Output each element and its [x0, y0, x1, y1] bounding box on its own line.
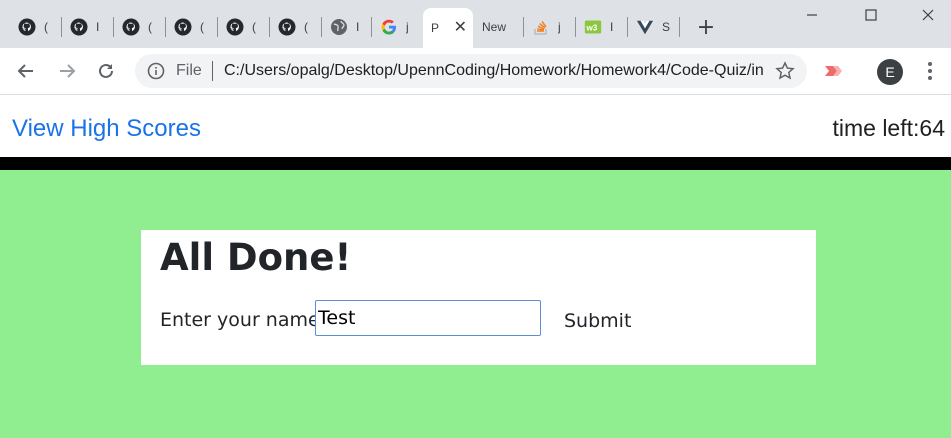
timer-value: 64 [919, 115, 945, 141]
tab-title: ( [44, 20, 48, 34]
arrow-left-icon [17, 64, 33, 78]
address-bar[interactable]: File C:/Users/opalg/Desktop/UpennCoding/… [135, 54, 807, 88]
browser-tab[interactable]: ( [114, 10, 166, 44]
github-icon [122, 18, 140, 36]
reload-icon [99, 63, 113, 78]
tab-title: ( [252, 20, 256, 34]
vue-icon [636, 18, 654, 36]
back-button[interactable] [14, 59, 38, 83]
extension-icon[interactable] [823, 62, 845, 80]
browser-menu-button[interactable] [920, 59, 940, 83]
github-icon [18, 18, 36, 36]
bookmark-star-icon [775, 61, 795, 80]
close-window-button[interactable] [900, 0, 951, 30]
globe-icon [330, 18, 348, 36]
name-label: Enter your name: [160, 309, 327, 331]
maximize-icon [865, 9, 877, 21]
profile-avatar[interactable]: E [877, 59, 903, 85]
browser-tab[interactable]: New [474, 10, 524, 44]
svg-text:w3: w3 [585, 23, 597, 32]
browser-tab[interactable]: P ✕ [423, 8, 473, 48]
reload-button[interactable] [94, 59, 118, 83]
browser-tab[interactable]: I [62, 10, 114, 44]
browser-tab[interactable]: ( [270, 10, 322, 44]
browser-tabstrip: (I((((Ij P ✕ New j w3 I S + [0, 0, 951, 48]
timer: time left:64 [832, 115, 945, 142]
github-icon [70, 18, 88, 36]
google-icon [380, 18, 398, 36]
browser-tab[interactable]: S [628, 10, 678, 44]
tab-title: I [96, 20, 100, 34]
browser-tab[interactable]: w3 I [576, 10, 628, 44]
tab-title: S [662, 20, 671, 34]
minimize-button[interactable] [784, 0, 840, 30]
forward-button[interactable] [55, 59, 79, 83]
browser-tab[interactable]: ( [166, 10, 218, 44]
github-icon [278, 18, 296, 36]
browser-tab[interactable]: j [372, 10, 423, 44]
timer-label: time left: [832, 115, 920, 141]
tab-title: I [610, 20, 614, 34]
tab-title: P [431, 21, 440, 35]
new-tab-button[interactable]: + [694, 15, 718, 40]
tab-title: j [406, 20, 409, 34]
tab-title: ( [200, 20, 204, 34]
address-divider [212, 61, 213, 81]
w3schools-icon: w3 [584, 18, 602, 36]
submit-button[interactable]: Submit [553, 307, 642, 335]
browser-toolbar: File C:/Users/opalg/Desktop/UpennCoding/… [0, 48, 951, 95]
browser-tab[interactable]: I [322, 10, 372, 44]
info-icon [147, 62, 165, 80]
arrow-right-icon [60, 64, 76, 78]
browser-tab[interactable]: ( [218, 10, 270, 44]
header-divider-bar [0, 157, 951, 170]
view-high-scores-link[interactable]: View High Scores [12, 115, 201, 143]
close-tab-icon[interactable]: ✕ [454, 19, 467, 35]
name-input[interactable] [315, 300, 541, 336]
tab-title: j [558, 20, 561, 34]
browser-tab[interactable]: j [524, 10, 576, 44]
github-icon [226, 18, 244, 36]
url-text[interactable]: C:/Users/opalg/Desktop/UpennCoding/Homew… [224, 62, 764, 80]
tab-separator [679, 17, 680, 37]
github-icon [174, 18, 192, 36]
browser-tab[interactable]: ( [10, 10, 62, 44]
url-scheme: File [176, 62, 202, 79]
maximize-button[interactable] [843, 0, 899, 30]
minimize-icon [807, 14, 817, 16]
tab-title: I [356, 20, 360, 34]
tab-title: ( [304, 20, 308, 34]
page-title: All Done! [160, 236, 352, 279]
page-header: View High Scores time left:64 [0, 95, 951, 157]
close-icon [922, 9, 934, 21]
tab-title: New [482, 20, 507, 34]
tab-title: ( [148, 20, 152, 34]
stackoverflow-icon [532, 18, 550, 36]
results-card: All Done! Enter your name: Submit [141, 230, 816, 365]
